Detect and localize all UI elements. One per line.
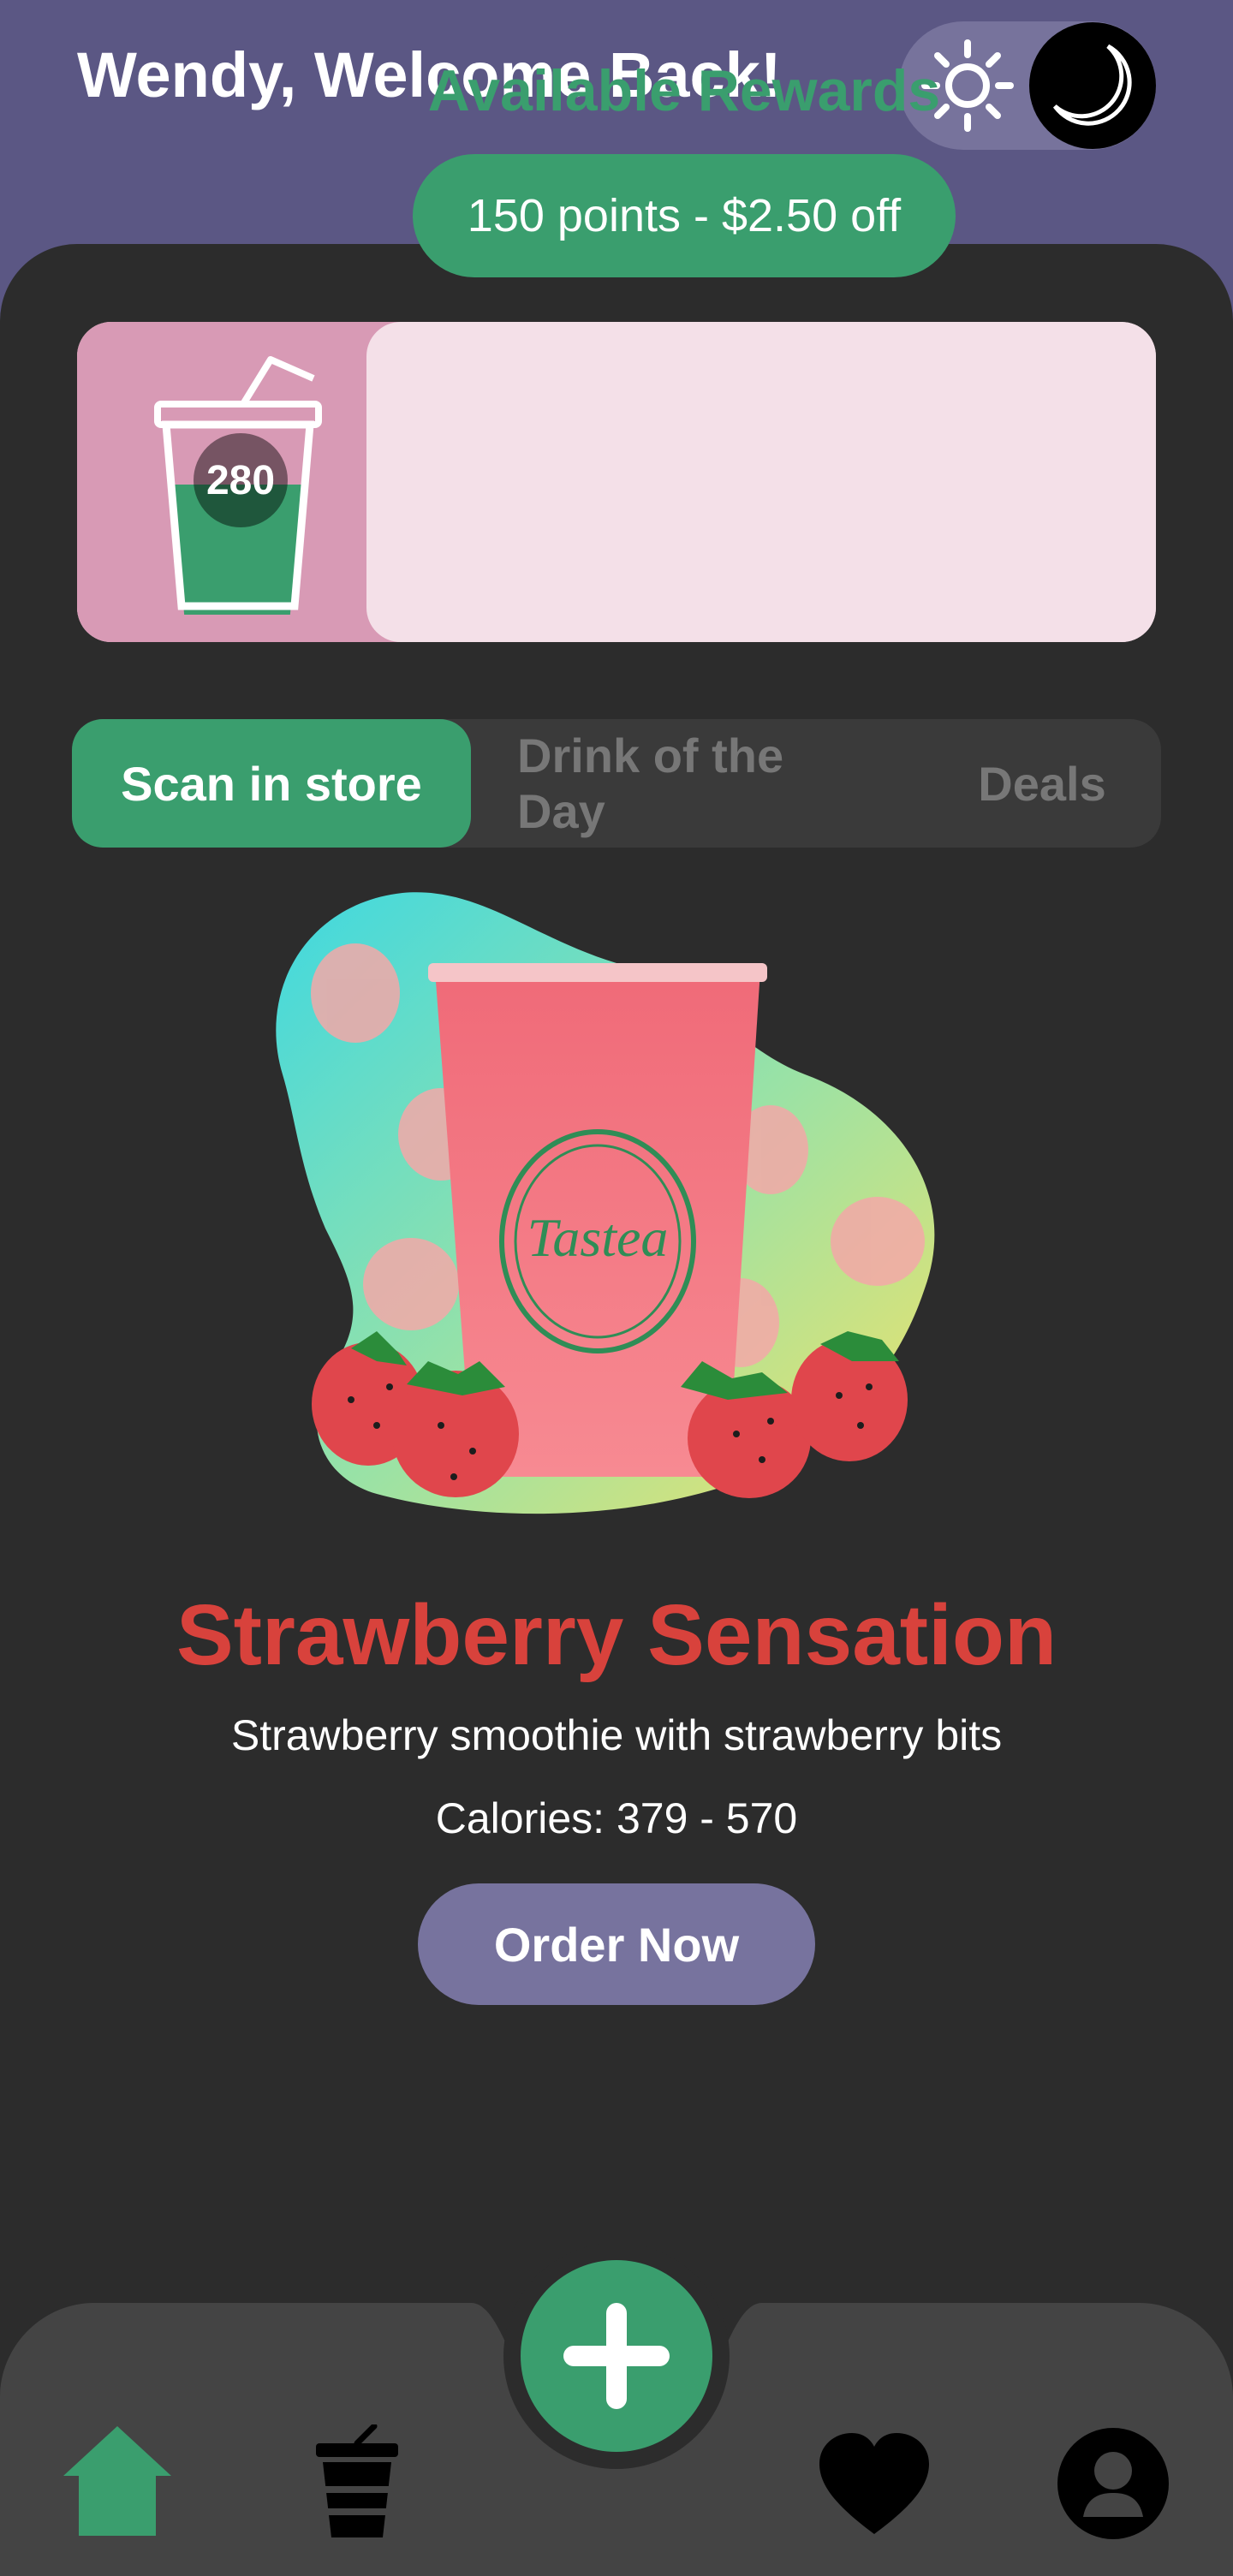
order-now-button[interactable]: Order Now <box>418 1883 815 2005</box>
add-button[interactable] <box>521 2260 712 2452</box>
reward-offer-button[interactable]: 150 points - $2.50 off <box>413 154 956 277</box>
home-icon[interactable] <box>60 2423 175 2539</box>
tab-scan-in-store[interactable]: Scan in store <box>72 719 471 848</box>
heart-icon[interactable] <box>818 2431 931 2536</box>
drink-icon[interactable] <box>313 2424 402 2540</box>
drink-description: Strawberry smoothie with strawberry bits <box>230 1711 1003 1759</box>
add-icon <box>563 2303 670 2409</box>
drink-calories: Calories: 379 - 570 <box>435 1794 798 1842</box>
drink-name: Strawberry Sensation <box>176 1587 1057 1683</box>
tab-deals[interactable]: Deals <box>962 719 1122 848</box>
tab-drink-of-the-day[interactable]: Drink of the Day <box>517 719 848 848</box>
points-badge: 280 <box>194 433 288 527</box>
cup-logo: Tastea <box>527 1207 669 1268</box>
rewards-info-panel <box>366 322 1156 642</box>
rewards-title: Available Rewards <box>427 58 941 123</box>
rewards-card[interactable]: 280 <box>77 322 1156 642</box>
tab-bar: Scan in store Drink of the Day Deals <box>72 719 1161 848</box>
profile-icon[interactable] <box>1056 2426 1170 2541</box>
drink-illustration: Tastea <box>276 892 935 1514</box>
